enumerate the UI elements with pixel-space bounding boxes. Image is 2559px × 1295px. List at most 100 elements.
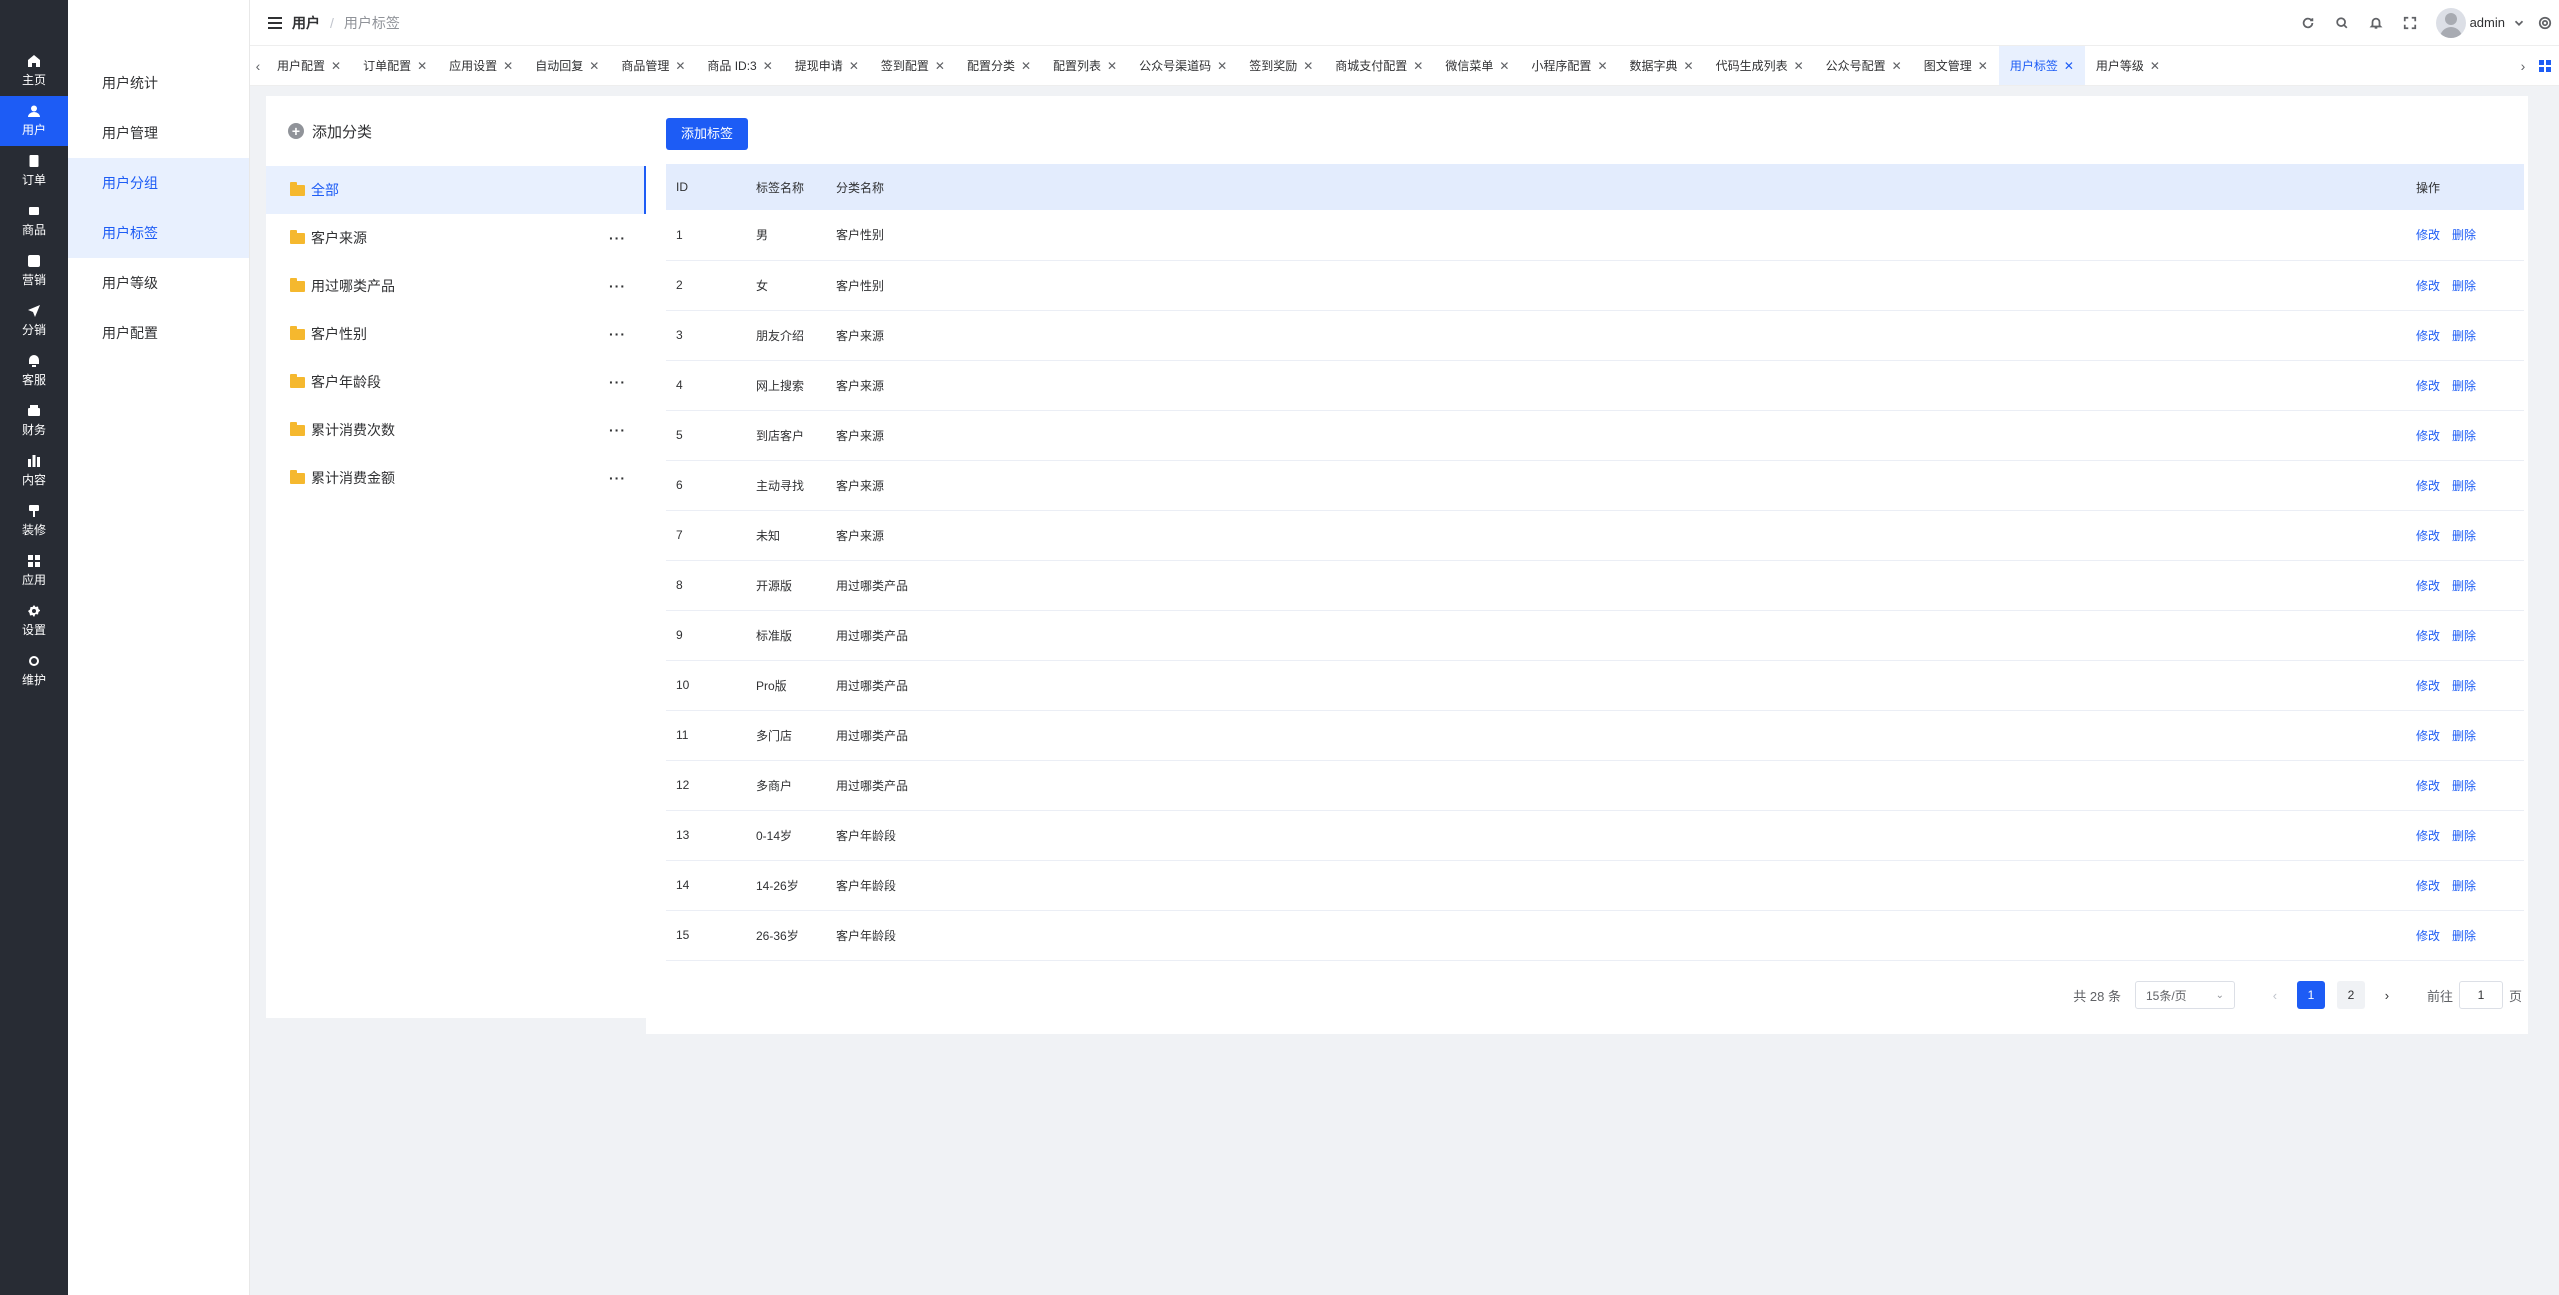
submenu-item[interactable]: 用户分组	[68, 158, 249, 208]
category-item[interactable]: 累计消费次数 ···	[266, 406, 646, 454]
page-number-button[interactable]: 1	[2296, 981, 2325, 1009]
close-icon[interactable]: ✕	[1303, 59, 1313, 73]
rail-item-user[interactable]: 用户	[0, 96, 68, 146]
tab-item[interactable]: 配置列表 ✕	[1042, 46, 1128, 85]
delete-link[interactable]: 删除	[2452, 479, 2476, 493]
close-icon[interactable]: ✕	[1413, 59, 1423, 73]
fullscreen-icon[interactable]	[2402, 15, 2418, 31]
delete-link[interactable]: 删除	[2452, 228, 2476, 242]
close-icon[interactable]: ✕	[417, 59, 427, 73]
tab-item[interactable]: 商城支付配置 ✕	[1324, 46, 1434, 85]
close-icon[interactable]: ✕	[2064, 59, 2074, 73]
close-icon[interactable]: ✕	[935, 59, 945, 73]
prev-page-icon[interactable]: ‹	[2265, 988, 2285, 1003]
category-item[interactable]: 累计消费金额 ···	[266, 454, 646, 502]
submenu-item[interactable]: 用户统计	[68, 58, 249, 108]
tab-item[interactable]: 商品 ID:3 ✕	[696, 46, 783, 85]
submenu-item[interactable]: 用户等级	[68, 258, 249, 308]
tab-item[interactable]: 应用设置 ✕	[438, 46, 524, 85]
edit-link[interactable]: 修改	[2416, 479, 2440, 493]
edit-link[interactable]: 修改	[2416, 929, 2440, 943]
tab-item[interactable]: 商品管理 ✕	[610, 46, 696, 85]
next-page-icon[interactable]: ›	[2377, 988, 2397, 1003]
category-item[interactable]: 全部	[266, 166, 646, 214]
tab-item[interactable]: 签到配置 ✕	[870, 46, 956, 85]
rail-item-content[interactable]: 内容	[0, 446, 68, 496]
delete-link[interactable]: 删除	[2452, 429, 2476, 443]
tab-item[interactable]: 提现申请 ✕	[784, 46, 870, 85]
submenu-item[interactable]: 用户管理	[68, 108, 249, 158]
tab-item[interactable]: 数据字典 ✕	[1619, 46, 1705, 85]
search-icon[interactable]	[2334, 15, 2350, 31]
close-icon[interactable]: ✕	[1021, 59, 1031, 73]
delete-link[interactable]: 删除	[2452, 679, 2476, 693]
delete-link[interactable]: 删除	[2452, 779, 2476, 793]
tabs-scroll-left-icon[interactable]: ‹	[250, 58, 266, 74]
close-icon[interactable]: ✕	[589, 59, 599, 73]
delete-link[interactable]: 删除	[2452, 529, 2476, 543]
rail-item-settings[interactable]: 设置	[0, 596, 68, 646]
category-item[interactable]: 客户年龄段 ···	[266, 358, 646, 406]
delete-link[interactable]: 删除	[2452, 729, 2476, 743]
more-icon[interactable]: ···	[609, 326, 626, 342]
tab-item[interactable]: 小程序配置 ✕	[1520, 46, 1618, 85]
edit-link[interactable]: 修改	[2416, 729, 2440, 743]
submenu-item[interactable]: 用户标签	[68, 208, 249, 258]
edit-link[interactable]: 修改	[2416, 829, 2440, 843]
tab-item[interactable]: 用户配置 ✕	[266, 46, 352, 85]
category-item[interactable]: 用过哪类产品 ···	[266, 262, 646, 310]
delete-link[interactable]: 删除	[2452, 929, 2476, 943]
tab-item[interactable]: 订单配置 ✕	[352, 46, 438, 85]
edit-link[interactable]: 修改	[2416, 779, 2440, 793]
close-icon[interactable]: ✕	[1217, 59, 1227, 73]
edit-link[interactable]: 修改	[2416, 579, 2440, 593]
close-icon[interactable]: ✕	[2150, 59, 2160, 73]
close-icon[interactable]: ✕	[1499, 59, 1509, 73]
rail-item-order[interactable]: 订单	[0, 146, 68, 196]
close-icon[interactable]: ✕	[1794, 59, 1804, 73]
edit-link[interactable]: 修改	[2416, 228, 2440, 242]
close-icon[interactable]: ✕	[1684, 59, 1694, 73]
tab-item[interactable]: 图文管理 ✕	[1913, 46, 1999, 85]
edit-link[interactable]: 修改	[2416, 529, 2440, 543]
tab-item[interactable]: 微信菜单 ✕	[1434, 46, 1520, 85]
goto-page-input[interactable]	[2458, 981, 2503, 1009]
more-icon[interactable]: ···	[609, 374, 626, 390]
delete-link[interactable]: 删除	[2452, 329, 2476, 343]
edit-link[interactable]: 修改	[2416, 879, 2440, 893]
edit-link[interactable]: 修改	[2416, 329, 2440, 343]
tab-item[interactable]: 配置分类 ✕	[956, 46, 1042, 85]
close-icon[interactable]: ✕	[1892, 59, 1902, 73]
delete-link[interactable]: 删除	[2452, 379, 2476, 393]
edit-link[interactable]: 修改	[2416, 379, 2440, 393]
category-item[interactable]: 客户性别 ···	[266, 310, 646, 358]
page-number-button[interactable]: 2	[2336, 981, 2365, 1009]
close-icon[interactable]: ✕	[1107, 59, 1117, 73]
gear-icon[interactable]	[2537, 15, 2553, 31]
rail-item-distribution[interactable]: 分销	[0, 296, 68, 346]
close-icon[interactable]: ✕	[1597, 59, 1607, 73]
category-item[interactable]: 客户来源 ···	[266, 214, 646, 262]
edit-link[interactable]: 修改	[2416, 679, 2440, 693]
rail-item-maintain[interactable]: 维护	[0, 646, 68, 696]
close-icon[interactable]: ✕	[1978, 59, 1988, 73]
more-icon[interactable]: ···	[609, 422, 626, 438]
edit-link[interactable]: 修改	[2416, 429, 2440, 443]
page-size-select[interactable]: 15条/页 ⌄	[2134, 981, 2235, 1009]
edit-link[interactable]: 修改	[2416, 279, 2440, 293]
breadcrumb-parent[interactable]: 用户	[292, 13, 320, 33]
more-icon[interactable]: ···	[609, 470, 626, 486]
close-icon[interactable]: ✕	[503, 59, 513, 73]
rail-item-goods[interactable]: 商品	[0, 196, 68, 246]
edit-link[interactable]: 修改	[2416, 629, 2440, 643]
more-icon[interactable]: ···	[609, 230, 626, 246]
tab-item[interactable]: 公众号渠道码 ✕	[1128, 46, 1238, 85]
tab-item[interactable]: 用户等级 ✕	[2085, 46, 2171, 85]
close-icon[interactable]: ✕	[675, 59, 685, 73]
add-tag-button[interactable]: 添加标签	[666, 118, 749, 150]
delete-link[interactable]: 删除	[2452, 879, 2476, 893]
add-category-button[interactable]: + 添加分类	[266, 96, 646, 166]
rail-item-home[interactable]: 主页	[0, 46, 68, 96]
rail-item-service[interactable]: 客服	[0, 346, 68, 396]
more-icon[interactable]: ···	[609, 278, 626, 294]
